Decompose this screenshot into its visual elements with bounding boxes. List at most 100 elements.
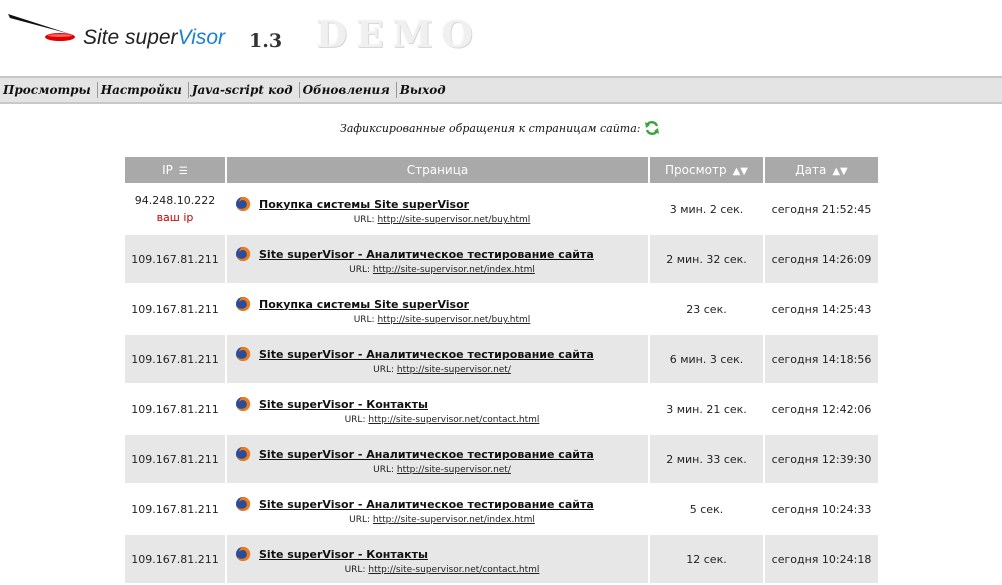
visits-table: IP ☰ Страница Просмотр ▲▼ Дата ▲▼ 94.248.10… xyxy=(123,155,880,585)
sort-arrows-icon: ▲▼ xyxy=(732,166,748,177)
logo-icon xyxy=(8,14,75,41)
ip-cell: 109.167.81.211 xyxy=(125,535,225,583)
sort-arrow-icon: ▲▼ xyxy=(832,166,848,177)
view-duration-cell: 5 сек. xyxy=(650,485,763,533)
log-caption: Зафиксированные обращения к страницам са… xyxy=(340,122,641,135)
page-cell: Site superVisor - Аналитическое тестиров… xyxy=(227,235,648,283)
url-line: URL: http://site-supervisor.net/index.ht… xyxy=(235,515,648,525)
url-line: URL: http://site-supervisor.net/index.ht… xyxy=(235,265,648,275)
view-duration-cell: 12 сек. xyxy=(650,535,763,583)
page-cell: Покупка системы Site superVisor URL: htt… xyxy=(227,285,648,333)
url-line: URL: http://site-supervisor.net/buy.html xyxy=(235,315,648,325)
page-url-link[interactable]: http://site-supervisor.net/contact.html xyxy=(368,415,539,425)
url-prefix: URL: xyxy=(373,365,395,375)
date-cell: сегодня 14:25:43 xyxy=(765,285,878,333)
firefox-icon xyxy=(236,296,251,311)
column-header-page: Страница xyxy=(227,157,648,183)
date-cell: сегодня 12:42:06 xyxy=(765,385,878,433)
page-title-link[interactable]: Site superVisor - Контакты xyxy=(259,398,428,411)
table-row: 109.167.81.211 Site superVisor - Аналити… xyxy=(125,485,878,533)
column-header-view[interactable]: Просмотр ▲▼ xyxy=(650,157,763,183)
page-url-link[interactable]: http://site-supervisor.net/index.html xyxy=(373,515,535,525)
refresh-icon[interactable] xyxy=(644,120,660,136)
table-row: 109.167.81.211 Site superVisor - Аналити… xyxy=(125,335,878,383)
ip-cell: 109.167.81.211 xyxy=(125,435,225,483)
page-title-link[interactable]: Site superVisor - Аналитическое тестиров… xyxy=(259,348,594,361)
firefox-icon xyxy=(236,346,251,361)
ip-cell: 109.167.81.211 xyxy=(125,485,225,533)
page-url-link[interactable]: http://site-supervisor.net/index.html xyxy=(373,265,535,275)
your-ip-label: ваш ip xyxy=(156,211,194,224)
table-row: 109.167.81.211 Покупка системы Site supe… xyxy=(125,285,878,333)
url-line: URL: http://site-supervisor.net/buy.html xyxy=(235,215,648,225)
page-title-link[interactable]: Покупка системы Site superVisor xyxy=(259,298,469,311)
demo-watermark: DEMO xyxy=(316,14,482,56)
page-cell: Site superVisor - Контакты URL: http://s… xyxy=(227,535,648,583)
page-cell: Site superVisor - Аналитическое тестиров… xyxy=(227,335,648,383)
view-duration-cell: 2 мин. 32 сек. xyxy=(650,235,763,283)
column-header-ip[interactable]: IP ☰ xyxy=(125,157,225,183)
date-cell: сегодня 10:24:18 xyxy=(765,535,878,583)
page-title-link[interactable]: Site superVisor - Контакты xyxy=(259,548,428,561)
page-title-link[interactable]: Покупка системы Site superVisor xyxy=(259,198,469,211)
page-url-link[interactable]: http://site-supervisor.net/buy.html xyxy=(377,215,530,225)
url-line: URL: http://site-supervisor.net/ xyxy=(235,465,648,475)
app-header: Site superVisor 1.3 DEMO xyxy=(0,0,1002,75)
view-duration-cell: 3 мин. 2 сек. xyxy=(650,185,763,233)
ip-cell: 109.167.81.211 xyxy=(125,335,225,383)
column-header-view-label: Просмотр xyxy=(665,163,727,177)
url-line: URL: http://site-supervisor.net/ xyxy=(235,365,648,375)
menu-item-logout[interactable]: Выход xyxy=(397,82,452,98)
table-row: 109.167.81.211 Site superVisor - Контакт… xyxy=(125,385,878,433)
brand-name: Site superVisor xyxy=(83,26,226,49)
page-cell: Site superVisor - Аналитическое тестиров… xyxy=(227,485,648,533)
page-title-link[interactable]: Site superVisor - Аналитическое тестиров… xyxy=(259,498,594,511)
date-cell: сегодня 12:39:30 xyxy=(765,435,878,483)
ip-cell: 94.248.10.222 ваш ip xyxy=(125,185,225,233)
url-prefix: URL: xyxy=(349,515,371,525)
firefox-icon xyxy=(236,396,251,411)
main-menu: Просмотры Настройки Java-script код Обно… xyxy=(0,76,1002,104)
page-title-link[interactable]: Site superVisor - Аналитическое тестиров… xyxy=(259,248,594,261)
url-prefix: URL: xyxy=(349,265,371,275)
firefox-icon xyxy=(236,546,251,561)
url-prefix: URL: xyxy=(353,215,375,225)
url-prefix: URL: xyxy=(344,415,366,425)
version-label: 1.3 xyxy=(249,30,283,52)
url-line: URL: http://site-supervisor.net/contact.… xyxy=(235,415,648,425)
column-header-ip-label: IP xyxy=(162,163,173,177)
view-duration-cell: 6 мин. 3 сек. xyxy=(650,335,763,383)
view-duration-cell: 3 мин. 21 сек. xyxy=(650,385,763,433)
firefox-icon xyxy=(236,246,251,261)
filter-menu-icon: ☰ xyxy=(178,166,188,177)
view-duration-cell: 23 сек. xyxy=(650,285,763,333)
caption-row: Зафиксированные обращения к страницам са… xyxy=(0,120,1002,138)
page-url-link[interactable]: http://site-supervisor.net/ xyxy=(397,465,511,475)
menu-item-views[interactable]: Просмотры xyxy=(0,82,98,98)
menu-item-updates[interactable]: Обновления xyxy=(300,82,397,98)
page-title-link[interactable]: Site superVisor - Аналитическое тестиров… xyxy=(259,448,594,461)
page-cell: Покупка системы Site superVisor URL: htt… xyxy=(227,185,648,233)
menu-item-settings[interactable]: Настройки xyxy=(98,82,189,98)
firefox-icon xyxy=(236,446,251,461)
ip-cell: 109.167.81.211 xyxy=(125,235,225,283)
firefox-icon xyxy=(236,196,251,211)
column-header-date[interactable]: Дата ▲▼ xyxy=(765,157,878,183)
page-url-link[interactable]: http://site-supervisor.net/buy.html xyxy=(377,315,530,325)
url-prefix: URL: xyxy=(373,465,395,475)
firefox-icon xyxy=(236,496,251,511)
date-cell: сегодня 21:52:45 xyxy=(765,185,878,233)
ip-cell: 109.167.81.211 xyxy=(125,285,225,333)
column-header-date-label: Дата xyxy=(795,163,827,177)
table-header-row: IP ☰ Страница Просмотр ▲▼ Дата ▲▼ xyxy=(125,157,878,183)
date-cell: сегодня 14:26:09 xyxy=(765,235,878,283)
column-header-page-label: Страница xyxy=(406,163,469,177)
view-duration-cell: 2 мин. 33 сек. xyxy=(650,435,763,483)
menu-item-js-code[interactable]: Java-script код xyxy=(189,82,300,98)
url-prefix: URL: xyxy=(353,315,375,325)
table-row: 109.167.81.211 Site superVisor - Аналити… xyxy=(125,435,878,483)
ip-value: 94.248.10.222 xyxy=(134,194,216,207)
table-row: 109.167.81.211 Site superVisor - Аналити… xyxy=(125,235,878,283)
page-url-link[interactable]: http://site-supervisor.net/ xyxy=(397,365,511,375)
date-cell: сегодня 10:24:33 xyxy=(765,485,878,533)
